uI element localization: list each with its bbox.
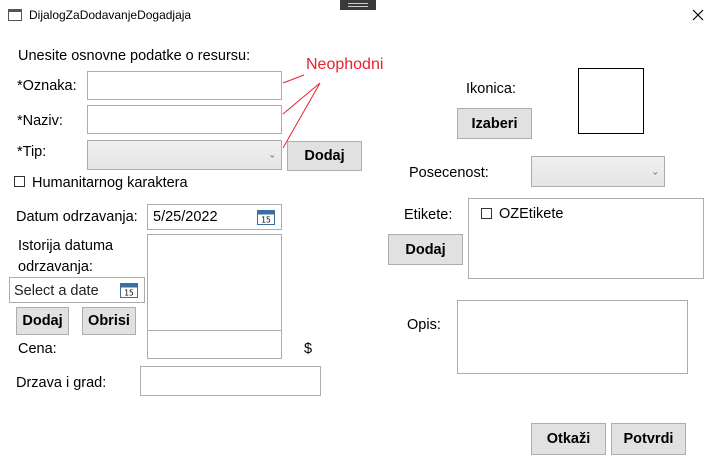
- opis-textarea[interactable]: [457, 300, 688, 374]
- oznaka-input[interactable]: [87, 71, 282, 100]
- select-date-picker[interactable]: Select a date 15: [9, 277, 145, 303]
- tip-label: *Tip:: [17, 144, 47, 160]
- datum-value: 5/25/2022: [153, 209, 218, 225]
- istorija-label-line1: Istorija datuma: [18, 238, 114, 254]
- posecenost-label: Posecenost:: [409, 165, 489, 181]
- drag-handle[interactable]: [340, 0, 376, 10]
- app-icon: [8, 9, 22, 21]
- confirm-button[interactable]: Potvrdi: [611, 423, 686, 455]
- calendar-icon[interactable]: 15: [120, 281, 138, 298]
- datum-picker[interactable]: 5/25/2022 15: [147, 204, 282, 230]
- svg-text:15: 15: [261, 216, 271, 225]
- etikete-label: Etikete:: [404, 207, 453, 223]
- calendar-icon[interactable]: 15: [257, 208, 275, 225]
- window-title: DijalogZaDodavanjeDogadjaja: [29, 8, 192, 22]
- select-date-placeholder: Select a date: [14, 283, 99, 299]
- tip-add-button[interactable]: Dodaj: [287, 141, 362, 171]
- chevron-down-icon: ⌄: [651, 166, 659, 176]
- currency-symbol: $: [304, 341, 313, 357]
- required-pointer-lines: [282, 74, 321, 149]
- svg-text:15: 15: [124, 289, 134, 298]
- history-remove-button[interactable]: Obrisi: [82, 307, 136, 335]
- title-bar: DijalogZaDodavanjeDogadjaja: [0, 0, 714, 30]
- history-add-button[interactable]: Dodaj: [16, 307, 69, 335]
- cena-label: Cena:: [18, 341, 57, 357]
- opis-label: Opis:: [407, 317, 441, 333]
- chevron-down-icon: ⌄: [268, 149, 276, 160]
- drzava-label: Drzava i grad:: [16, 375, 107, 391]
- cancel-button[interactable]: Otkaži: [531, 423, 606, 455]
- etiketa-label: OZEtikete: [499, 206, 564, 222]
- etikete-list[interactable]: OZEtikete: [468, 198, 704, 279]
- icon-preview: [578, 68, 644, 134]
- posecenost-select[interactable]: ⌄: [531, 156, 665, 187]
- humanitarian-label: Humanitarnog karaktera: [32, 175, 188, 191]
- istorija-label-line2: odrzavanja:: [18, 259, 93, 275]
- izaberi-button[interactable]: Izaberi: [457, 108, 532, 139]
- ikonica-label: Ikonica:: [466, 81, 516, 97]
- tip-select[interactable]: ⌄: [87, 140, 282, 170]
- close-icon[interactable]: [692, 9, 704, 21]
- drzava-input[interactable]: [140, 366, 321, 396]
- etiketa-checkbox[interactable]: [481, 208, 492, 219]
- naziv-input[interactable]: [87, 105, 282, 134]
- etikete-add-button[interactable]: Dodaj: [388, 234, 463, 265]
- intro-label: Unesite osnovne podatke o resursu:: [18, 48, 251, 64]
- oznaka-label: *Oznaka:: [17, 78, 77, 94]
- datum-label: Datum odrzavanja:: [16, 209, 138, 225]
- cena-input[interactable]: [147, 330, 282, 359]
- naziv-label: *Naziv:: [17, 113, 63, 129]
- history-list[interactable]: [147, 234, 282, 334]
- humanitarian-checkbox[interactable]: [14, 176, 25, 187]
